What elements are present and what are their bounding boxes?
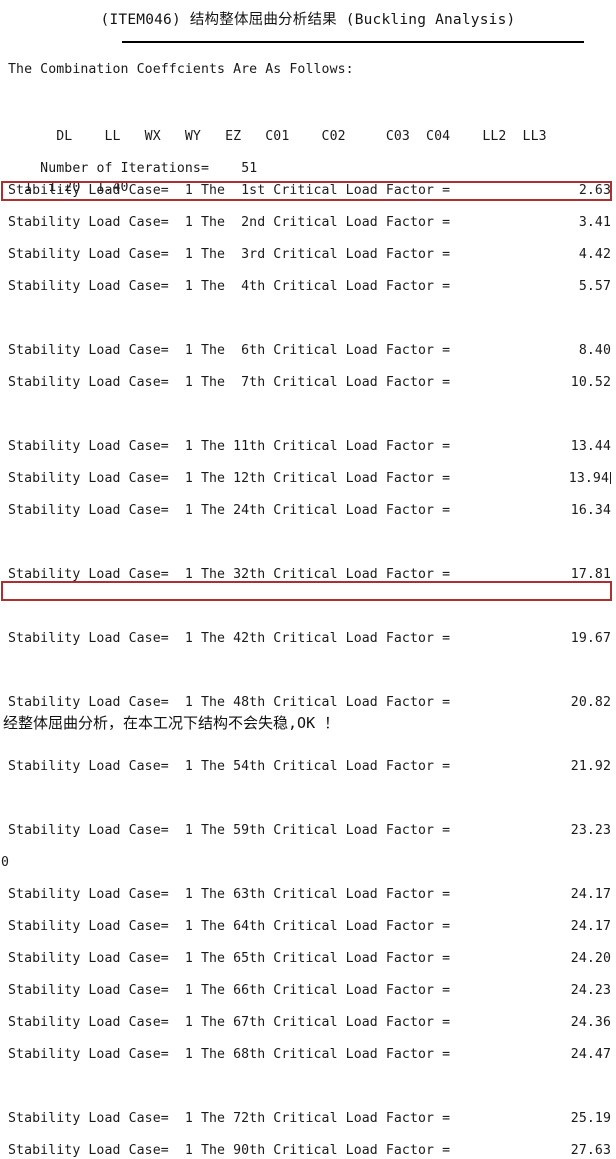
table-row: Stability Load Case= 1 The 11th Critical… xyxy=(0,439,616,455)
critical-load-factor-value: 21.92 xyxy=(570,759,611,774)
critical-load-factor-value: 3.41 xyxy=(578,215,611,230)
critical-load-factor-value: 16.34 xyxy=(570,503,611,518)
table-row: Stability Load Case= 1 The 42th Critical… xyxy=(0,631,616,647)
table-row: Stability Load Case= 1 The 54th Critical… xyxy=(0,759,616,775)
buckling-analysis-report: (ITEM046) 结构整体屈曲分析结果 (Buckling Analysis)… xyxy=(0,0,616,1158)
critical-load-factor-value: 2.63 xyxy=(578,183,611,198)
load-case-label: Stability Load Case= 1 The 72th Critical… xyxy=(8,1111,451,1126)
critical-load-factor-value: 10.52 xyxy=(570,375,611,390)
critical-load-factor-value: 13.44 xyxy=(570,439,611,454)
critical-load-factor-list: Stability Load Case= 1 The 1st Critical … xyxy=(0,181,616,1158)
load-case-label: Stability Load Case= 1 The 66th Critical… xyxy=(8,983,451,998)
critical-load-factor-value: 24.36 xyxy=(570,1015,611,1030)
table-row: Stability Load Case= 1 The 48th Critical… xyxy=(0,695,616,711)
table-row: Stability Load Case= 1 The 32th Critical… xyxy=(0,567,616,583)
table-row: Stability Load Case= 1 The 6th Critical … xyxy=(0,343,616,359)
load-case-label: Stability Load Case= 1 The 12th Critical… xyxy=(8,471,451,486)
critical-load-factor-value: 17.81 xyxy=(570,567,611,582)
load-case-label: Stability Load Case= 1 The 90th Critical… xyxy=(8,1143,451,1158)
load-case-label: Stability Load Case= 1 The 24th Critical… xyxy=(8,503,451,518)
load-case-label: Stability Load Case= 1 The 2nd Critical … xyxy=(8,215,451,230)
spacer-row xyxy=(0,535,616,551)
spacer-row xyxy=(0,1079,616,1095)
critical-load-factor-value: 20.82 xyxy=(570,695,611,710)
load-case-label: Stability Load Case= 1 The 42th Critical… xyxy=(8,631,451,646)
spacer-row xyxy=(0,311,616,327)
critical-load-factor-value: 19.67 xyxy=(570,631,611,646)
critical-load-factor-value: 13.94 xyxy=(568,471,611,486)
title-divider xyxy=(122,41,584,43)
spacer-row: 0 xyxy=(0,855,616,871)
load-case-label: Stability Load Case= 1 The 4th Critical … xyxy=(8,279,451,294)
load-case-label: Stability Load Case= 1 The 59th Critical… xyxy=(8,823,451,838)
overflow-digit: 0 xyxy=(1,855,10,870)
critical-load-factor-value: 24.17 xyxy=(570,919,611,934)
table-row: Stability Load Case= 1 The 90th Critical… xyxy=(0,1143,616,1159)
table-row: Stability Load Case= 1 The 64th Critical… xyxy=(0,919,616,935)
load-case-label: Stability Load Case= 1 The 7th Critical … xyxy=(8,375,451,390)
table-row: Stability Load Case= 1 The 63th Critical… xyxy=(0,887,616,903)
spacer-row xyxy=(0,791,616,807)
highlight-annotation-box xyxy=(1,581,612,601)
load-case-label: Stability Load Case= 1 The 3rd Critical … xyxy=(8,247,451,262)
critical-load-factor-value: 24.23 xyxy=(570,983,611,998)
text-caret xyxy=(610,472,611,484)
load-case-label: Stability Load Case= 1 The 68th Critical… xyxy=(8,1047,451,1062)
iterations-value: 51 xyxy=(241,161,258,176)
combination-heading: The Combination Coeffcients Are As Follo… xyxy=(8,62,354,77)
table-row: Stability Load Case= 1 The 2nd Critical … xyxy=(0,215,616,231)
table-row: Stability Load Case= 1 The 3rd Critical … xyxy=(0,247,616,263)
table-row: Stability Load Case= 1 The 4th Critical … xyxy=(0,279,616,295)
critical-load-factor-value: 27.63 xyxy=(570,1143,611,1158)
table-row: Stability Load Case= 1 The 72th Critical… xyxy=(0,1111,616,1127)
table-row: Stability Load Case= 1 The 65th Critical… xyxy=(0,951,616,967)
load-case-label: Stability Load Case= 1 The 11th Critical… xyxy=(8,439,451,454)
table-row: Stability Load Case= 1 The 66th Critical… xyxy=(0,983,616,999)
critical-load-factor-value: 8.40 xyxy=(578,343,611,358)
table-row: Stability Load Case= 1 The 67th Critical… xyxy=(0,1015,616,1031)
critical-load-factor-value: 24.17 xyxy=(570,887,611,902)
table-row: Stability Load Case= 1 The 24th Critical… xyxy=(0,503,616,519)
critical-load-factor-value: 4.42 xyxy=(578,247,611,262)
load-case-label: Stability Load Case= 1 The 54th Critical… xyxy=(8,759,451,774)
load-case-label: Stability Load Case= 1 The 63th Critical… xyxy=(8,887,451,902)
table-row: Stability Load Case= 1 The 7th Critical … xyxy=(0,375,616,391)
table-row: Stability Load Case= 1 The 68th Critical… xyxy=(0,1047,616,1063)
critical-load-factor-value: 24.20 xyxy=(570,951,611,966)
load-case-label: Stability Load Case= 1 The 32th Critical… xyxy=(8,567,451,582)
spacer-row xyxy=(0,407,616,423)
spacer-row xyxy=(0,663,616,679)
table-row: Stability Load Case= 1 The 1st Critical … xyxy=(0,183,616,199)
critical-load-factor-value: 5.57 xyxy=(578,279,611,294)
load-case-label: Stability Load Case= 1 The 64th Critical… xyxy=(8,919,451,934)
spacer-row xyxy=(0,599,616,615)
critical-load-factor-value: 24.47 xyxy=(570,1047,611,1062)
load-case-label: Stability Load Case= 1 The 6th Critical … xyxy=(8,343,451,358)
load-case-label: Stability Load Case= 1 The 67th Critical… xyxy=(8,1015,451,1030)
coefficient-table-header: DL LL WX WY EZ C01 C02 C03 C04 LL2 LL3 xyxy=(8,129,547,144)
page-title: (ITEM046) 结构整体屈曲分析结果 (Buckling Analysis) xyxy=(100,12,516,28)
load-case-label: Stability Load Case= 1 The 1st Critical … xyxy=(8,183,451,198)
table-row: Stability Load Case= 1 The 12th Critical… xyxy=(0,471,616,487)
table-row: Stability Load Case= 1 The 59th Critical… xyxy=(0,823,616,839)
load-case-label: Stability Load Case= 1 The 65th Critical… xyxy=(8,951,451,966)
critical-load-factor-value: 25.19 xyxy=(570,1111,611,1126)
load-case-label: Stability Load Case= 1 The 48th Critical… xyxy=(8,695,451,710)
iterations-label: Number of Iterations= xyxy=(40,161,210,176)
conclusion-text: 经整体屈曲分析，在本工况下结构不会失稳,OK ！ xyxy=(3,714,340,732)
critical-load-factor-value: 23.23 xyxy=(570,823,611,838)
